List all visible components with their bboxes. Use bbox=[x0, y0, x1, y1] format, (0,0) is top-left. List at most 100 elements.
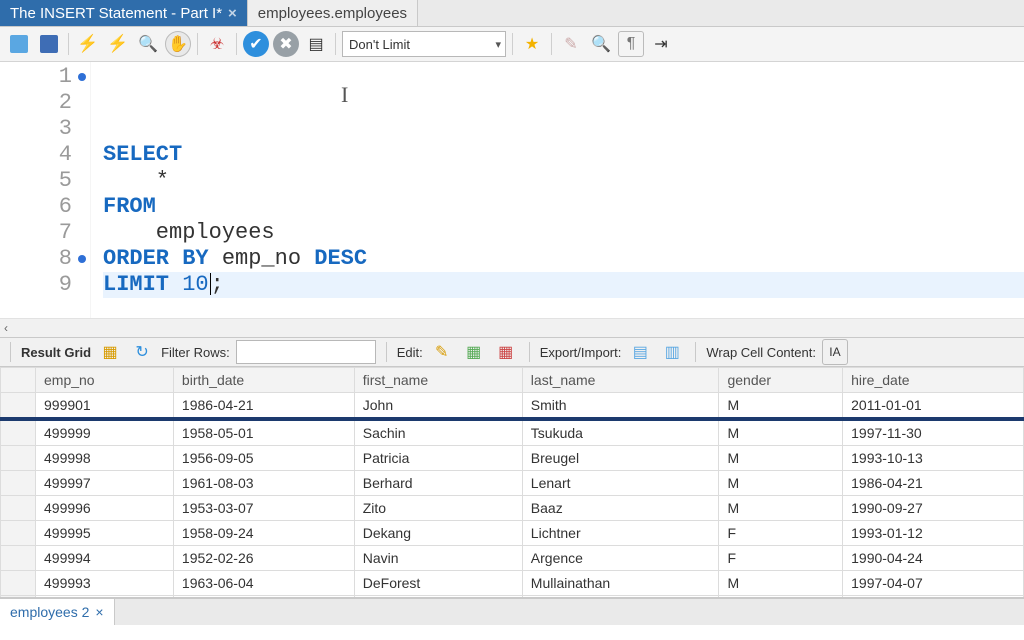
code-line[interactable] bbox=[103, 298, 1024, 318]
beautify-icon[interactable]: ✎ bbox=[558, 31, 584, 57]
cell[interactable]: Dekang bbox=[354, 521, 522, 546]
editor-code[interactable]: I SELECT *FROM employeesORDER BY emp_no … bbox=[91, 62, 1024, 318]
stop-icon[interactable]: ✋ bbox=[165, 31, 191, 57]
code-line[interactable]: employees bbox=[103, 220, 1024, 246]
code-line[interactable]: FROM bbox=[103, 194, 1024, 220]
cell[interactable]: F bbox=[719, 546, 843, 571]
rollback-icon[interactable]: ✖ bbox=[273, 31, 299, 57]
cell[interactable]: 499997 bbox=[36, 471, 174, 496]
export-icon[interactable]: ▤ bbox=[627, 339, 653, 365]
close-icon[interactable]: × bbox=[228, 5, 237, 22]
editor-tab[interactable]: The INSERT Statement - Part I*× bbox=[0, 0, 248, 26]
cell[interactable]: 499996 bbox=[36, 496, 174, 521]
show-whitespace-icon[interactable]: ¶ bbox=[618, 31, 644, 57]
cell[interactable]: M bbox=[719, 419, 843, 446]
execute-step-icon[interactable]: ⚡ bbox=[105, 31, 131, 57]
cell[interactable]: 499999 bbox=[36, 419, 174, 446]
cell[interactable]: 499998 bbox=[36, 446, 174, 471]
cell[interactable]: 499994 bbox=[36, 546, 174, 571]
cell[interactable]: 1997-11-30 bbox=[843, 419, 1024, 446]
code-line[interactable]: * bbox=[103, 168, 1024, 194]
wrap-content-icon[interactable]: IA bbox=[822, 339, 848, 365]
find-icon[interactable]: 🔍 bbox=[588, 31, 614, 57]
cell[interactable]: M bbox=[719, 571, 843, 596]
cell[interactable]: Baaz bbox=[522, 496, 719, 521]
autocommit-icon[interactable]: ▤ bbox=[303, 31, 329, 57]
table-row[interactable]: 4999931963-06-04DeForestMullainathanM199… bbox=[1, 571, 1024, 596]
cell[interactable]: Sachin bbox=[354, 419, 522, 446]
cell[interactable]: Navin bbox=[354, 546, 522, 571]
code-line[interactable]: SELECT bbox=[103, 142, 1024, 168]
explain-icon[interactable]: 🔍 bbox=[135, 31, 161, 57]
delete-row-icon[interactable]: ▦ bbox=[493, 339, 519, 365]
cell[interactable]: F bbox=[719, 521, 843, 546]
cell[interactable]: 1952-02-26 bbox=[173, 546, 354, 571]
cell[interactable]: M bbox=[719, 393, 843, 420]
edit-row-icon[interactable]: ✎ bbox=[429, 339, 455, 365]
cell[interactable]: 1986-04-21 bbox=[173, 393, 354, 420]
cell[interactable]: 1963-06-04 bbox=[173, 571, 354, 596]
column-header[interactable]: last_name bbox=[522, 368, 719, 393]
close-icon[interactable]: × bbox=[95, 604, 103, 620]
cell[interactable]: Zito bbox=[354, 496, 522, 521]
cell[interactable]: 1986-04-21 bbox=[843, 471, 1024, 496]
editor-tab[interactable]: employees.employees bbox=[248, 0, 418, 26]
cell[interactable]: 1958-05-01 bbox=[173, 419, 354, 446]
cell[interactable]: M bbox=[719, 471, 843, 496]
table-row[interactable]: 4999961953-03-07ZitoBaazM1990-09-27 bbox=[1, 496, 1024, 521]
cell[interactable]: 499993 bbox=[36, 571, 174, 596]
cell[interactable]: Tsukuda bbox=[522, 419, 719, 446]
cell[interactable]: Argence bbox=[522, 546, 719, 571]
cell[interactable]: 1993-10-13 bbox=[843, 446, 1024, 471]
cell[interactable]: Smith bbox=[522, 393, 719, 420]
cell[interactable]: M bbox=[719, 446, 843, 471]
cell[interactable]: John bbox=[354, 393, 522, 420]
cell[interactable]: 1990-09-27 bbox=[843, 496, 1024, 521]
cell[interactable]: Lenart bbox=[522, 471, 719, 496]
cell[interactable]: 1961-08-03 bbox=[173, 471, 354, 496]
cell[interactable]: 1958-09-24 bbox=[173, 521, 354, 546]
open-icon[interactable] bbox=[6, 31, 32, 57]
sql-editor[interactable]: 123456789 I SELECT *FROM employeesORDER … bbox=[0, 62, 1024, 318]
table-row[interactable]: 4999951958-09-24DekangLichtnerF1993-01-1… bbox=[1, 521, 1024, 546]
cell[interactable]: 1993-01-12 bbox=[843, 521, 1024, 546]
refresh-icon[interactable]: ↻ bbox=[129, 339, 155, 365]
result-grid[interactable]: emp_nobirth_datefirst_namelast_namegende… bbox=[0, 367, 1024, 598]
cell[interactable]: 999901 bbox=[36, 393, 174, 420]
favorite-icon[interactable]: ★ bbox=[519, 31, 545, 57]
cell[interactable]: M bbox=[719, 496, 843, 521]
grid-view-icon[interactable]: ▦ bbox=[97, 339, 123, 365]
column-header[interactable]: hire_date bbox=[843, 368, 1024, 393]
result-tab[interactable]: employees 2 × bbox=[0, 599, 115, 625]
cell[interactable]: Lichtner bbox=[522, 521, 719, 546]
column-header[interactable]: emp_no bbox=[36, 368, 174, 393]
code-line[interactable]: LIMIT 10; bbox=[103, 272, 1024, 298]
execute-icon[interactable]: ⚡ bbox=[75, 31, 101, 57]
save-icon[interactable] bbox=[36, 31, 62, 57]
column-header[interactable]: first_name bbox=[354, 368, 522, 393]
table-row[interactable]: 4999971961-08-03BerhardLenartM1986-04-21 bbox=[1, 471, 1024, 496]
table-row[interactable]: 4999941952-02-26NavinArgenceF1990-04-24 bbox=[1, 546, 1024, 571]
cell[interactable]: 1990-04-24 bbox=[843, 546, 1024, 571]
cell[interactable]: 1997-04-07 bbox=[843, 571, 1024, 596]
table-row[interactable]: 4999991958-05-01SachinTsukudaM1997-11-30 bbox=[1, 419, 1024, 446]
add-row-icon[interactable]: ▦ bbox=[461, 339, 487, 365]
import-icon[interactable]: ▥ bbox=[659, 339, 685, 365]
cell[interactable]: 1953-03-07 bbox=[173, 496, 354, 521]
cell[interactable]: Mullainathan bbox=[522, 571, 719, 596]
cell[interactable]: Breugel bbox=[522, 446, 719, 471]
cell[interactable]: 1956-09-05 bbox=[173, 446, 354, 471]
cell[interactable]: 2011-01-01 bbox=[843, 393, 1024, 420]
cell[interactable]: Patricia bbox=[354, 446, 522, 471]
debug-icon[interactable]: ☣ bbox=[204, 31, 230, 57]
code-line[interactable]: ORDER BY emp_no DESC bbox=[103, 246, 1024, 272]
commit-icon[interactable]: ✔ bbox=[243, 31, 269, 57]
horizontal-scrollbar[interactable]: ‹ bbox=[0, 318, 1024, 337]
table-row[interactable]: 4999981956-09-05PatriciaBreugelM1993-10-… bbox=[1, 446, 1024, 471]
cell[interactable]: 499995 bbox=[36, 521, 174, 546]
toggle-panel-icon[interactable]: ⇥ bbox=[648, 31, 674, 57]
filter-rows-input[interactable] bbox=[236, 340, 376, 364]
column-header[interactable]: birth_date bbox=[173, 368, 354, 393]
cell[interactable]: Berhard bbox=[354, 471, 522, 496]
limit-rows-select[interactable]: Don't Limit bbox=[342, 31, 506, 57]
